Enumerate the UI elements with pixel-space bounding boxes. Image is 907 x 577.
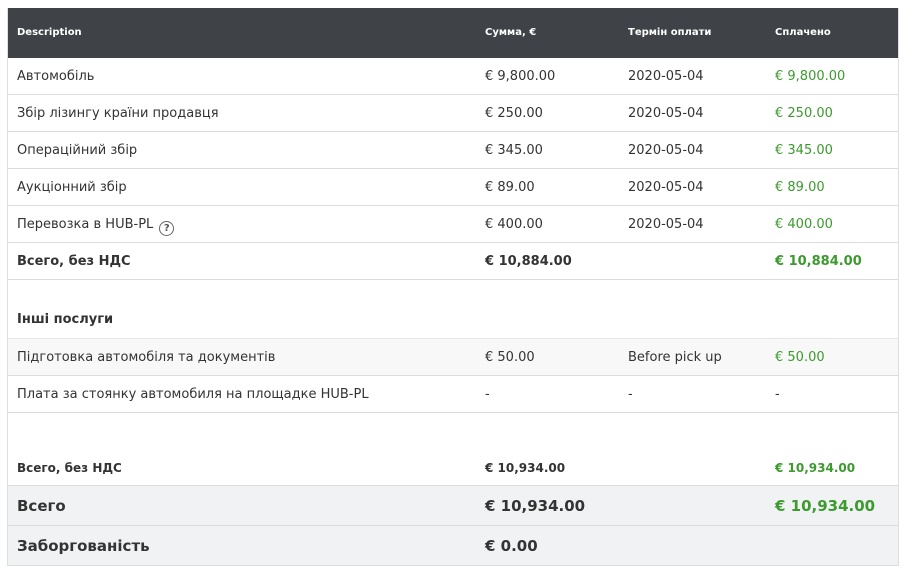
debt-row: Заборгованість € 0.00 bbox=[8, 526, 898, 566]
table-row: Автомобіль € 9,800.00 2020-05-04 € 9,800… bbox=[8, 58, 898, 95]
table-row: Операційний збір € 345.00 2020-05-04 € 3… bbox=[8, 132, 898, 169]
row-description: Автомобіль bbox=[17, 69, 95, 84]
row-amount: € 400.00 bbox=[485, 217, 543, 232]
row-due-date: Before pick up bbox=[628, 350, 722, 365]
debt-amount: € 0.00 bbox=[485, 537, 538, 555]
row-description: Операційний збір bbox=[17, 143, 138, 158]
row-description: Плата за стоянку автомобиля на площадке … bbox=[17, 387, 369, 402]
row-amount: € 345.00 bbox=[485, 143, 543, 158]
total-label: Всего bbox=[17, 497, 66, 515]
subtotal-label: Всего, без НДС bbox=[17, 254, 131, 269]
row-description: Збір лізингу країни продавця bbox=[17, 106, 219, 121]
table-header: Description Сумма, € Термін оплати Сплач… bbox=[8, 8, 898, 58]
total-row: Всего € 10,934.00 € 10,934.00 bbox=[8, 486, 898, 526]
help-icon[interactable]: ? bbox=[159, 221, 175, 236]
subtotal-label: Всего, без НДС bbox=[17, 461, 122, 475]
table-row: Аукціонний збір € 89.00 2020-05-04 € 89.… bbox=[8, 169, 898, 206]
row-paid: € 400.00 bbox=[775, 217, 833, 232]
other-services-heading: Інші послуги bbox=[8, 280, 898, 339]
subtotal-paid: € 10,934.00 bbox=[775, 461, 856, 475]
section-title: Інші послуги bbox=[17, 312, 114, 327]
debt-label: Заборгованість bbox=[17, 537, 150, 555]
row-amount: € 50.00 bbox=[485, 350, 535, 365]
row-amount: € 9,800.00 bbox=[485, 69, 556, 84]
row-description: Перевозка в HUB-PL? bbox=[17, 217, 175, 236]
row-due-date: 2020-05-04 bbox=[628, 69, 704, 84]
subtotal-row: Всего, без НДС € 10,934.00 € 10,934.00 bbox=[8, 413, 898, 486]
header-paid: Сплачено bbox=[775, 27, 831, 38]
row-paid: € 345.00 bbox=[775, 143, 833, 158]
header-description: Description bbox=[17, 27, 82, 38]
row-description-text: Перевозка в HUB-PL bbox=[17, 217, 154, 232]
row-due-date: 2020-05-04 bbox=[628, 180, 704, 195]
row-due-date: 2020-05-04 bbox=[628, 143, 704, 158]
total-paid: € 10,934.00 bbox=[775, 497, 876, 515]
row-description: Аукціонний збір bbox=[17, 180, 127, 195]
row-amount: € 250.00 bbox=[485, 106, 543, 121]
row-paid: € 250.00 bbox=[775, 106, 833, 121]
table-row: Перевозка в HUB-PL? € 400.00 2020-05-04 … bbox=[8, 206, 898, 243]
row-due-date: 2020-05-04 bbox=[628, 217, 704, 232]
header-amount: Сумма, € bbox=[485, 27, 537, 38]
row-paid: € 89.00 bbox=[775, 180, 825, 195]
row-due-date: - bbox=[628, 387, 633, 402]
subtotal-amount: € 10,934.00 bbox=[485, 461, 566, 475]
subtotal-row: Всего, без НДС € 10,884.00 € 10,884.00 bbox=[8, 243, 898, 280]
row-paid: - bbox=[775, 387, 780, 402]
row-description: Підготовка автомобіля та документів bbox=[17, 350, 276, 365]
total-amount: € 10,934.00 bbox=[485, 497, 586, 515]
row-paid: € 50.00 bbox=[775, 350, 825, 365]
row-paid: € 9,800.00 bbox=[775, 69, 846, 84]
table-row: Збір лізингу країни продавця € 250.00 20… bbox=[8, 95, 898, 132]
table-row: Плата за стоянку автомобиля на площадке … bbox=[8, 376, 898, 413]
table-row: Підготовка автомобіля та документів € 50… bbox=[8, 339, 898, 376]
row-due-date: 2020-05-04 bbox=[628, 106, 704, 121]
subtotal-amount: € 10,884.00 bbox=[485, 254, 572, 269]
row-amount: - bbox=[485, 387, 490, 402]
subtotal-paid: € 10,884.00 bbox=[775, 254, 862, 269]
row-amount: € 89.00 bbox=[485, 180, 535, 195]
header-due-date: Термін оплати bbox=[628, 27, 712, 38]
payments-table: Description Сумма, € Термін оплати Сплач… bbox=[7, 8, 899, 566]
